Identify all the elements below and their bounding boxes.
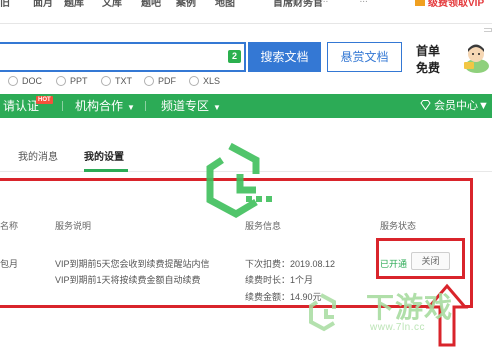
nav-label: 频道专区: [161, 99, 210, 113]
top-nav-bar: 旧 面月 题库 文库 题吧 案例 地图 首席财务官 ...********...…: [0, 0, 492, 14]
search-count-badge: 2: [228, 50, 241, 63]
filter-txt[interactable]: TXT: [101, 76, 132, 86]
search-docs-button[interactable]: 搜索文档: [248, 42, 321, 72]
radio-icon[interactable]: [101, 76, 111, 86]
caret-down-icon: ▼: [127, 103, 135, 112]
active-tab-indicator: [84, 169, 128, 172]
top-nav-item[interactable]: 案例: [176, 0, 196, 9]
watermark-url: www.7ln.cc: [370, 322, 426, 333]
file-type-filter: DOC PPT TXT PDF XLS: [0, 72, 492, 90]
filter-pdf[interactable]: PDF: [144, 76, 176, 86]
vip-link[interactable]: 级费领取VIP: [428, 0, 484, 9]
highlight-box-button: [376, 238, 465, 279]
search-input[interactable]: [0, 42, 246, 72]
member-center-menu[interactable]: 会员中心▼: [420, 94, 489, 118]
promo-character-icon: [464, 44, 489, 73]
reward-docs-button[interactable]: 悬赏文档: [327, 42, 402, 72]
watermark-small-logo-icon: [309, 293, 336, 332]
radio-icon[interactable]: [8, 76, 18, 86]
top-nav-item[interactable]: 题库: [64, 0, 84, 9]
top-nav-item[interactable]: 首席财务官: [273, 0, 323, 9]
nav-channel-zone[interactable]: 频道专区 ▼: [161, 94, 221, 118]
main-nav-bar: 请认证 HOT 机构合作 ▼ 频道专区 ▼ 会员中心▼: [0, 94, 492, 118]
nav-divider: [62, 101, 63, 111]
watermark-brand: 下游戏: [366, 292, 454, 323]
filter-doc[interactable]: DOC: [8, 76, 42, 86]
watermark-logo-icon: [206, 142, 272, 219]
promo-line1: 首单: [416, 44, 441, 58]
nav-divider: [145, 101, 146, 111]
top-nav-item[interactable]: 面月: [33, 0, 53, 9]
user-id: ...********...: [320, 0, 368, 5]
nav-institution-coop[interactable]: 机构合作 ▼: [75, 94, 135, 118]
radio-icon[interactable]: [189, 76, 199, 86]
diamond-icon: [420, 100, 431, 110]
filter-xls[interactable]: XLS: [189, 76, 220, 86]
header-divider: [0, 23, 492, 24]
radio-icon[interactable]: [56, 76, 66, 86]
caret-down-icon: ▼: [213, 103, 221, 112]
radio-icon[interactable]: [144, 76, 154, 86]
top-nav-item[interactable]: 文库: [102, 0, 122, 9]
nav-certify[interactable]: 请认证: [3, 94, 39, 118]
filter-ppt[interactable]: PPT: [56, 76, 88, 86]
member-center-label: 会员中心: [434, 100, 478, 112]
vip-gift-icon: [415, 0, 425, 6]
top-nav-item[interactable]: 旧: [0, 0, 10, 9]
nav-label: 机构合作: [75, 99, 124, 113]
tab-settings[interactable]: 我的设置: [84, 148, 124, 163]
top-nav-item[interactable]: 题吧: [141, 0, 161, 9]
caret-down-icon: ▼: [478, 100, 489, 112]
hot-badge: HOT: [36, 96, 53, 104]
header-edge: [484, 28, 492, 32]
top-nav-item[interactable]: 地图: [215, 0, 235, 9]
tab-messages[interactable]: 我的消息: [18, 148, 58, 163]
